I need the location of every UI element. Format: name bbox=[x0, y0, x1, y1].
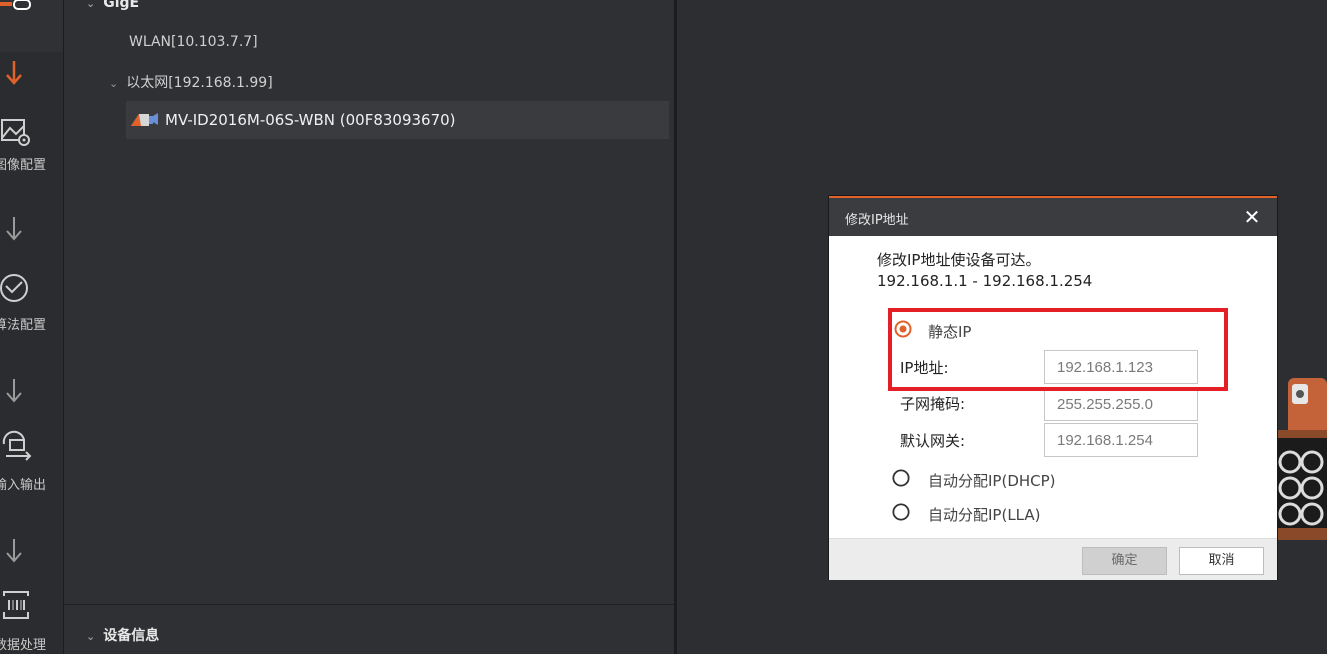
gateway-label: 默认网关: bbox=[900, 432, 966, 450]
rail-step-input-output[interactable]: 输入输出 bbox=[0, 428, 64, 498]
step-arrow-icon bbox=[6, 379, 22, 403]
tree-item-label: 以太网[192.168.1.99] bbox=[126, 75, 273, 91]
app-window: 图像配置 算法配置 输入输出 数据处理 ⌄ GigE WLAN[10.103.7… bbox=[0, 0, 1327, 654]
subnet-mask-input[interactable] bbox=[1044, 387, 1198, 421]
chevron-down-icon: ⌄ bbox=[86, 0, 96, 10]
device-info-section[interactable]: ⌄ 设备信息 bbox=[64, 604, 676, 654]
dialog-footer: 确定 取消 bbox=[829, 538, 1277, 580]
subnet-mask-label: 子网掩码: bbox=[900, 395, 966, 413]
camera-icon bbox=[131, 113, 158, 126]
rail-step-label: 输入输出 bbox=[0, 478, 47, 493]
tree-item-ethernet[interactable]: ⌄ 以太网[192.168.1.99] bbox=[109, 72, 273, 92]
app-logo-icon bbox=[0, 0, 31, 10]
tree-item-wlan[interactable]: WLAN[10.103.7.7] bbox=[129, 34, 258, 50]
algorithm-icon bbox=[0, 274, 28, 302]
rail-step-label: 算法配置 bbox=[0, 318, 47, 333]
tree-group-label: GigE bbox=[103, 0, 140, 11]
device-info-header[interactable]: ⌄ 设备信息 bbox=[86, 625, 159, 645]
lla-radio[interactable] bbox=[892, 503, 910, 521]
step-arrow-icon bbox=[6, 539, 22, 563]
rail-step-image-config[interactable]: 图像配置 bbox=[0, 112, 64, 182]
data-processing-icon bbox=[3, 591, 29, 619]
step-arrow-icon-active bbox=[6, 61, 22, 85]
dialog-message: 修改IP地址使设备可达。 bbox=[877, 251, 1041, 269]
chevron-down-icon: ⌄ bbox=[109, 77, 119, 90]
device-name: MV-ID2016M-06S-WBN (00F83093670) bbox=[165, 111, 456, 129]
device-info-label: 设备信息 bbox=[103, 628, 160, 644]
workflow-rail: 图像配置 算法配置 输入输出 数据处理 bbox=[0, 0, 64, 654]
chevron-down-icon: ⌄ bbox=[86, 630, 96, 643]
rail-step-label: 数据处理 bbox=[0, 638, 47, 653]
cancel-button[interactable]: 取消 bbox=[1179, 547, 1264, 575]
step-arrow-icon bbox=[6, 217, 22, 241]
lla-label[interactable]: 自动分配IP(LLA) bbox=[928, 504, 1041, 525]
dhcp-radio[interactable] bbox=[892, 469, 910, 487]
ok-button[interactable]: 确定 bbox=[1082, 547, 1167, 575]
gateway-input[interactable] bbox=[1044, 423, 1198, 457]
image-settings-icon bbox=[1, 119, 30, 146]
close-icon[interactable]: ✕ bbox=[1239, 204, 1265, 230]
io-icon bbox=[2, 430, 32, 461]
dialog-title-bar[interactable]: 修改IP地址 ✕ bbox=[829, 198, 1277, 236]
static-ip-highlight-box bbox=[888, 308, 1228, 391]
tree-group-gige[interactable]: ⌄ GigE bbox=[86, 0, 139, 11]
dialog-title: 修改IP地址 bbox=[845, 213, 909, 228]
rail-step-algorithm-config[interactable]: 算法配置 bbox=[0, 268, 64, 338]
rail-header bbox=[0, 0, 64, 52]
device-tree-panel bbox=[64, 0, 676, 654]
rail-step-label: 图像配置 bbox=[0, 158, 47, 173]
dialog-ip-range: 192.168.1.1 - 192.168.1.254 bbox=[877, 272, 1093, 290]
rail-step-data-processing[interactable]: 数据处理 bbox=[0, 588, 64, 654]
dhcp-label[interactable]: 自动分配IP(DHCP) bbox=[928, 470, 1056, 491]
